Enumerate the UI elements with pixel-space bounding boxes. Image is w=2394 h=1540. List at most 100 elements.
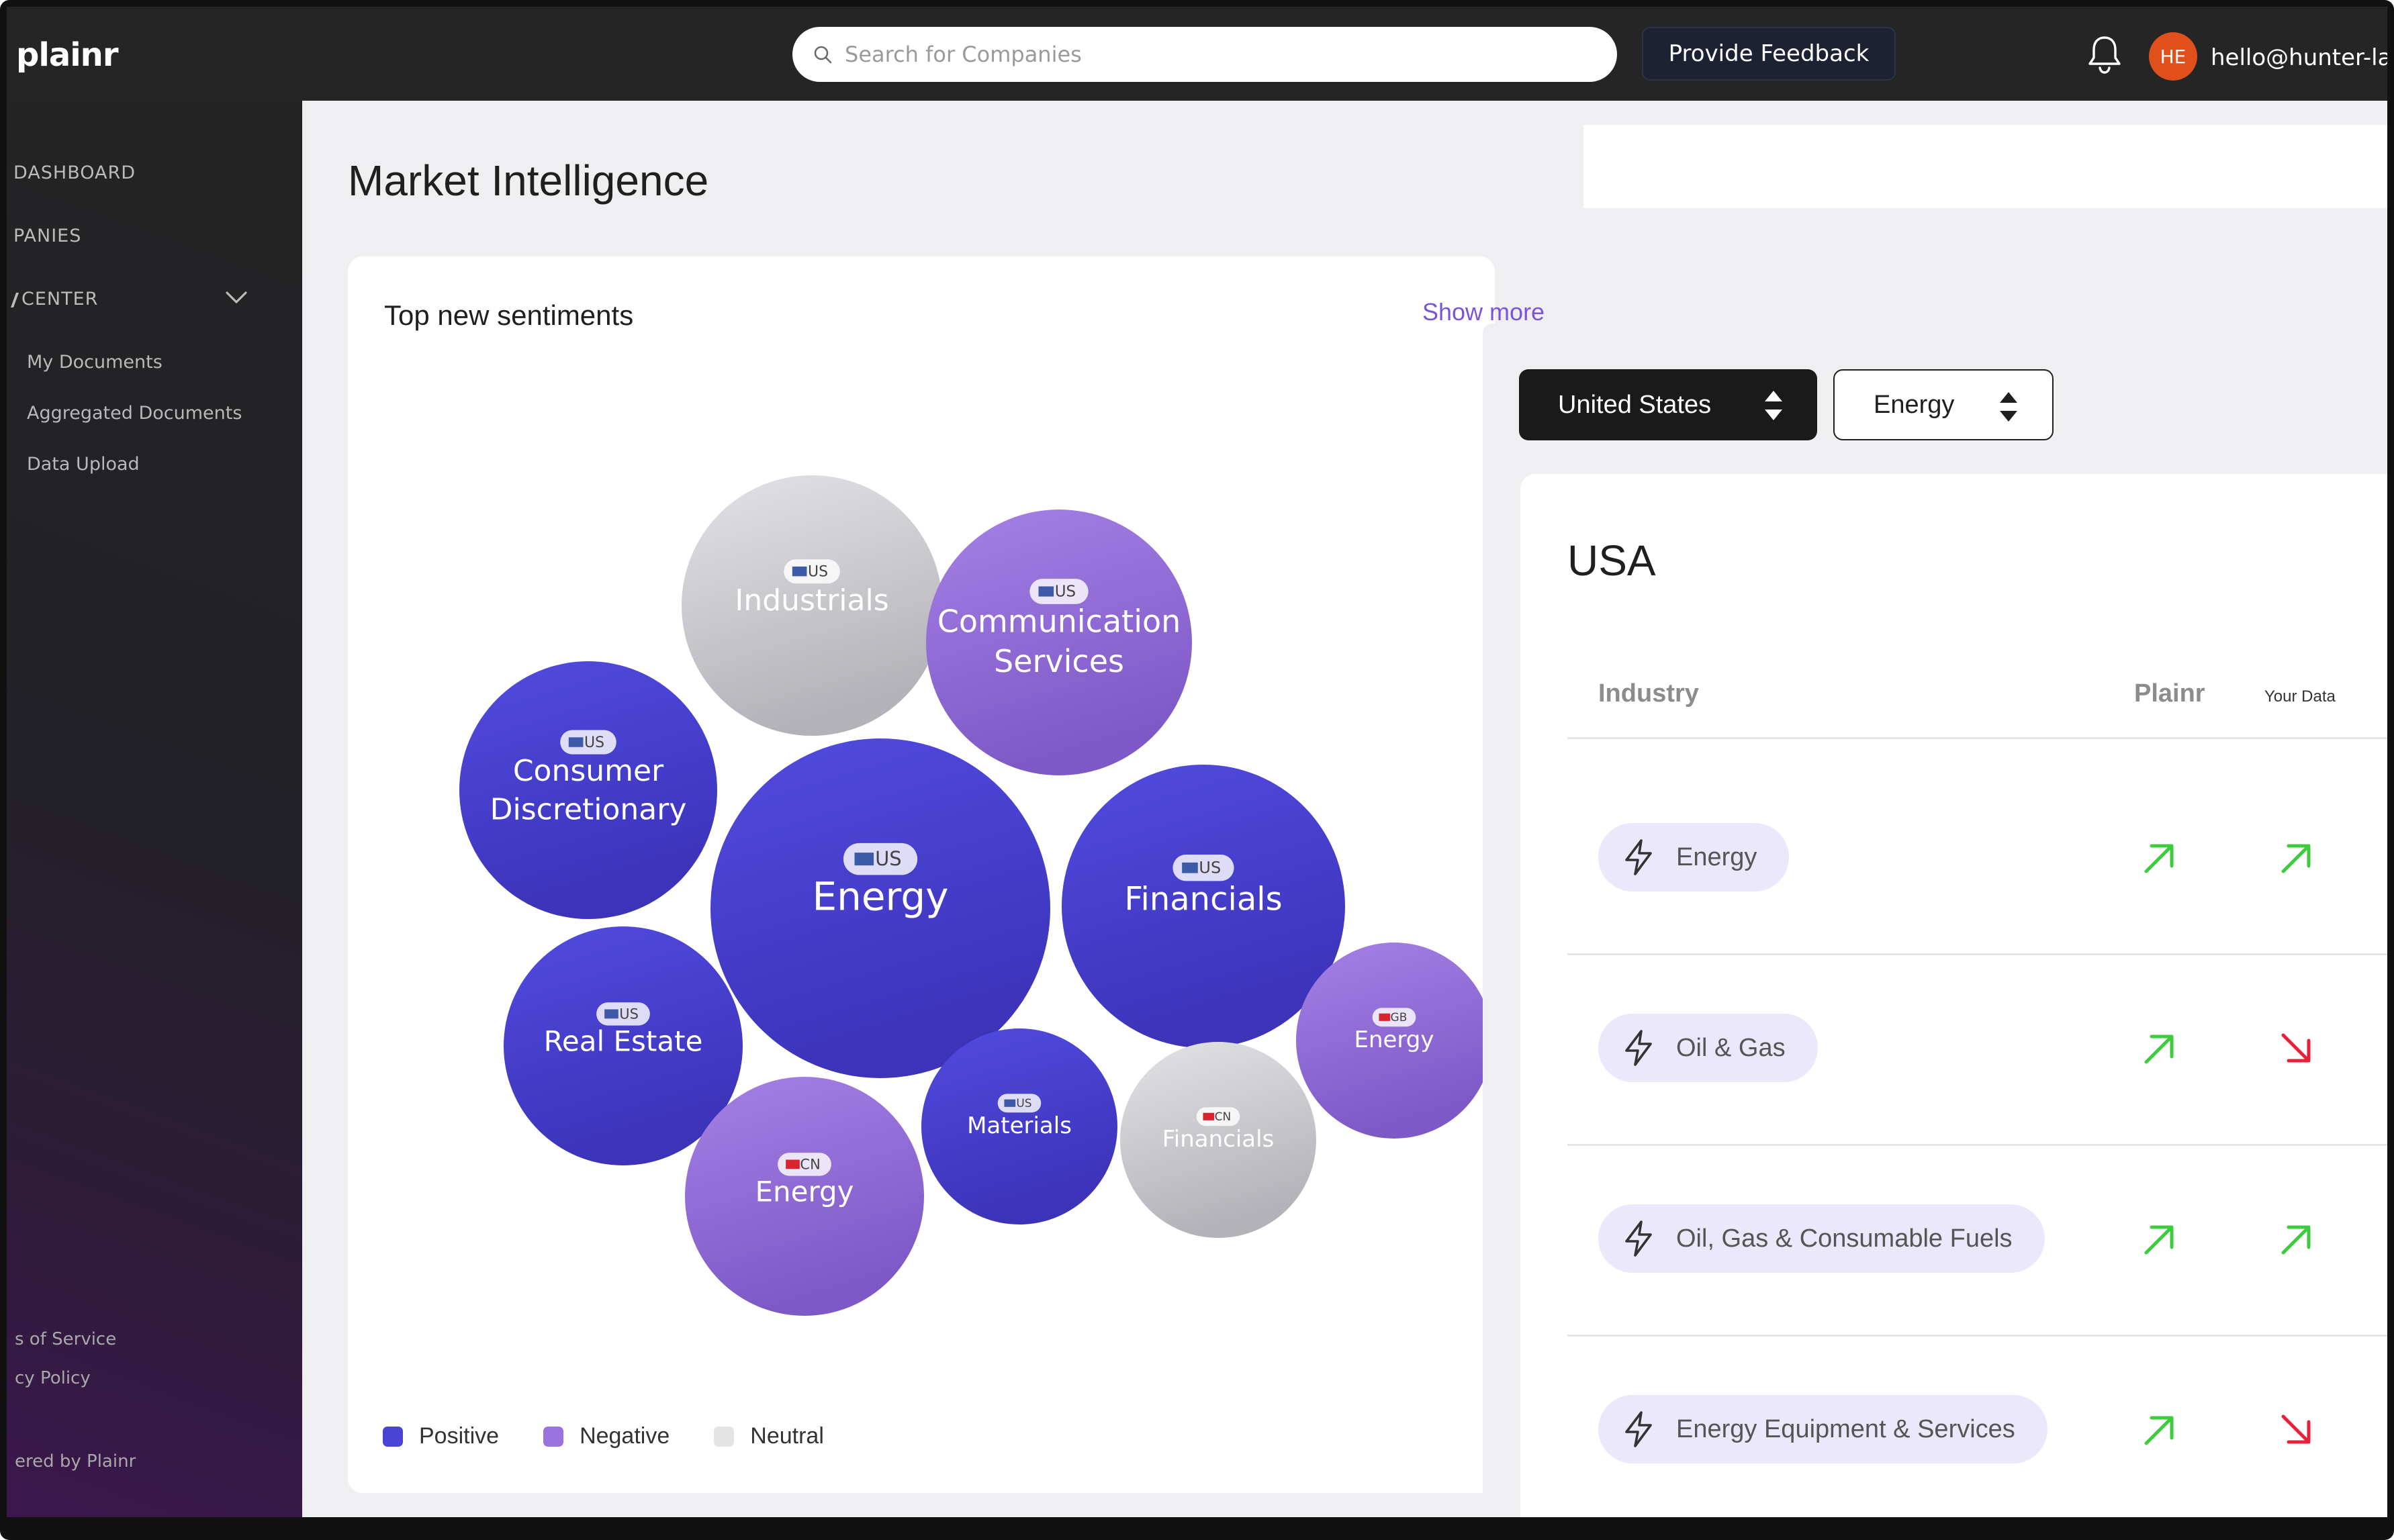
- sidebar-item-dashboard[interactable]: DASHBOARD: [13, 162, 136, 183]
- industry-label: Oil & Gas: [1676, 1033, 1786, 1062]
- industry-label: Energy: [1676, 843, 1757, 871]
- country-code: GB: [1391, 1011, 1408, 1024]
- country-badge: US: [560, 730, 616, 755]
- device-frame: plainr Provide Feedback HE hello@hunter-…: [0, 0, 2394, 1540]
- search-input[interactable]: [845, 42, 1583, 67]
- page-title: Market Intelligence: [348, 156, 709, 205]
- company-search[interactable]: [792, 27, 1617, 82]
- bubble-consumer-discretionary-us[interactable]: US Consumer Discretionary: [459, 661, 717, 919]
- sentiments-card: Top new sentiments Show more US Industria…: [348, 256, 1545, 1493]
- flag-icon: [792, 566, 807, 577]
- industry-pill[interactable]: Energy: [1598, 823, 1790, 892]
- row-divider: [1567, 1144, 2387, 1146]
- flag-icon: [568, 737, 584, 747]
- flag-icon: [786, 1159, 800, 1169]
- sidebar-item-companies[interactable]: PANIES: [13, 226, 81, 246]
- bubble-label: Materials: [967, 1112, 1072, 1139]
- bubble-circle: [459, 661, 717, 919]
- flag-icon: [1004, 1099, 1016, 1107]
- sector-select-value: Energy: [1874, 390, 1955, 419]
- bubble-label: Financials: [1124, 881, 1282, 918]
- bubble-financials-cn[interactable]: CN Financials: [1120, 1042, 1316, 1238]
- country-card: USA Industry Plainr Your Data Energy Oil …: [1520, 474, 2387, 1517]
- country-badge: US: [1172, 855, 1234, 881]
- sidebar-item-label: CENTER: [21, 289, 99, 309]
- legend-swatch: [543, 1426, 564, 1447]
- column-header-plainr: Plainr: [2134, 679, 2205, 708]
- industry-pill[interactable]: Oil, Gas & Consumable Fuels: [1598, 1204, 2045, 1273]
- country-badge: GB: [1372, 1008, 1416, 1027]
- sort-arrows-icon: [2000, 392, 2017, 422]
- country-badge: US: [997, 1094, 1042, 1113]
- sidebar-item-data-center[interactable]: CENTER: [10, 289, 99, 309]
- provide-feedback-button[interactable]: Provide Feedback: [1642, 27, 1896, 81]
- column-header-industry: Industry: [1598, 679, 1699, 708]
- user-avatar[interactable]: HE: [2149, 32, 2197, 81]
- bubble-materials-us[interactable]: US Materials: [921, 1028, 1117, 1224]
- app-screen: plainr Provide Feedback HE hello@hunter-…: [7, 7, 2387, 1517]
- legend-swatch: [383, 1426, 403, 1447]
- arrow-up-right-icon: [2281, 844, 2311, 873]
- country-code: US: [1055, 583, 1076, 601]
- bubble-energy-us[interactable]: US Energy: [710, 738, 1050, 1078]
- sector-select[interactable]: Energy: [1833, 369, 2054, 440]
- country-select-value: United States: [1558, 390, 1712, 419]
- lightning-icon: [1625, 1030, 1652, 1066]
- country-code: CN: [800, 1156, 820, 1172]
- country-title: USA: [1567, 536, 1656, 585]
- flag-icon: [854, 853, 874, 866]
- country-badge: US: [843, 843, 918, 875]
- arrow-down-right-icon: [2281, 1414, 2311, 1444]
- country-code: US: [619, 1006, 639, 1022]
- bubble-label: Communication: [937, 603, 1181, 639]
- terms-link[interactable]: s of Service: [15, 1329, 116, 1349]
- logo[interactable]: plainr: [16, 36, 118, 74]
- privacy-link[interactable]: cy Policy: [15, 1368, 91, 1388]
- arrow-up-right-icon: [2144, 844, 2174, 873]
- country-badge: US: [596, 1002, 650, 1026]
- sort-arrows-icon: [1765, 391, 1782, 420]
- bubble-label: Discretionary: [490, 792, 687, 826]
- industry-pill[interactable]: Oil & Gas: [1598, 1014, 1818, 1082]
- country-code: US: [1199, 859, 1221, 877]
- bubble-label: Real Estate: [544, 1024, 703, 1057]
- country-select[interactable]: United States: [1519, 369, 1817, 440]
- sidebar-subitem-my-documents[interactable]: My Documents: [27, 352, 163, 373]
- flag-icon: [604, 1009, 618, 1019]
- flag-icon: [1203, 1112, 1215, 1120]
- sidebar-subitem-aggregated-documents[interactable]: Aggregated Documents: [27, 403, 242, 424]
- blank-panel: [1583, 125, 2387, 208]
- industry-pill[interactable]: Energy Equipment & Services: [1598, 1395, 2047, 1463]
- bubble-circle: [926, 510, 1192, 775]
- bubble-industrials-us[interactable]: US Industrials: [682, 475, 942, 736]
- bubble-energy-cn[interactable]: CN Energy: [685, 1077, 924, 1316]
- country-code: US: [1016, 1097, 1031, 1110]
- bubble-communication-services-us[interactable]: US Communication Services: [926, 510, 1192, 775]
- row-divider: [1567, 1335, 2387, 1337]
- sentiment-bubble-chart: US Industrials US Communication Services US Co…: [459, 475, 1492, 1316]
- user-email[interactable]: hello@hunter-la: [2211, 44, 2387, 71]
- legend-neutral: Neutral: [714, 1423, 824, 1449]
- sidebar-subitem-data-upload[interactable]: Data Upload: [27, 454, 140, 475]
- bubble-label: Energy: [755, 1175, 854, 1208]
- country-badge: CN: [1196, 1107, 1240, 1126]
- legend-swatch: [714, 1426, 735, 1447]
- legend-positive: Positive: [383, 1423, 499, 1449]
- country-code: CN: [1215, 1110, 1232, 1124]
- bubble-label: Services: [994, 643, 1124, 679]
- arrow-down-right-icon: [2281, 1033, 2311, 1063]
- arrow-up-right-icon: [2144, 1416, 2174, 1445]
- search-icon: [814, 46, 832, 64]
- chevron-down-icon[interactable]: [223, 289, 250, 306]
- arrow-up-right-icon: [2144, 1034, 2174, 1064]
- bubble-label: Consumer: [513, 754, 664, 788]
- column-header-your-data: Your Data: [2264, 687, 2336, 706]
- country-badge: US: [1029, 579, 1089, 604]
- bell-icon[interactable]: [2085, 34, 2124, 75]
- bubble-label: Industrials: [735, 583, 888, 618]
- row-divider: [1567, 953, 2387, 955]
- bubble-energy-gb[interactable]: GB Energy: [1296, 943, 1492, 1139]
- divider: [1567, 737, 2387, 739]
- bubble-label: Financials: [1162, 1126, 1275, 1153]
- country-code: US: [808, 563, 828, 580]
